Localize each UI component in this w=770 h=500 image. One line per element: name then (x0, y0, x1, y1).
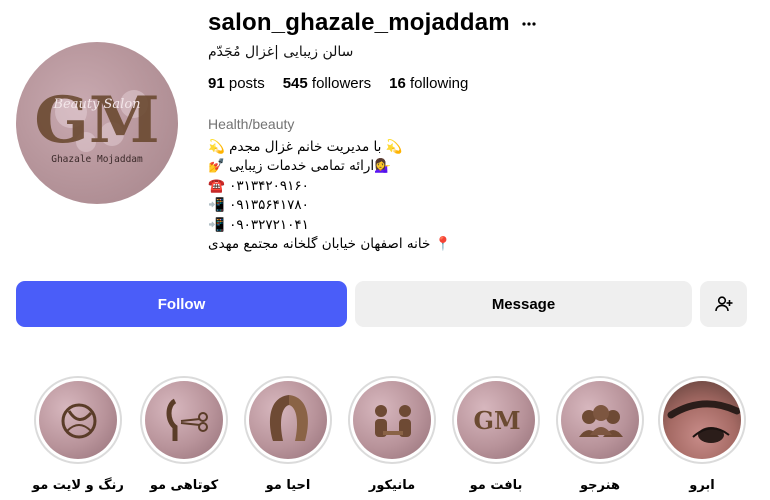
highlight-ring (556, 376, 644, 464)
highlight-item[interactable]: مانیکور (346, 376, 438, 493)
highlight-item[interactable]: کوتاهی مو (138, 376, 230, 493)
highlight-label: ابرو (689, 478, 715, 493)
bio-line-mobile: 📲 ۰۹۰۳۲۷۲۱۰۴۱ (208, 216, 309, 233)
bio: 💫 با مدیریت خانم غزال مجدم 💫 💁‍♀️ارائه ت… (208, 138, 451, 254)
highlight-ring (658, 376, 746, 464)
svg-text:GM: GM (473, 406, 520, 435)
students-icon (579, 405, 623, 437)
highlight-ring (34, 376, 122, 464)
highlight-cover-eyebrow (663, 381, 741, 459)
highlight-ring (244, 376, 332, 464)
bio-line: 💁‍♀️ارائه تمامی خدمات زیبایی 💅 (208, 158, 391, 175)
highlight-ring (140, 376, 228, 464)
category-label: Health/beauty (208, 116, 295, 132)
salon-logo: GM Beauty Salon Ghazale Mojaddam (34, 83, 160, 165)
highlight-item[interactable]: هنرجو (554, 376, 646, 493)
highlight-ring: GM (452, 376, 540, 464)
posts-label: posts (228, 75, 265, 92)
story-highlights: ابرو هنرجو GM بافت مو مانیکور احیا مو کو… (0, 376, 770, 500)
more-options-button[interactable] (522, 11, 536, 35)
highlight-ring (348, 376, 436, 464)
followers-count: 545 (282, 75, 308, 92)
full-name: سالن زیبایی |غزال مُجَدّم (208, 44, 354, 60)
add-user-icon (714, 296, 732, 312)
woman-hair-icon (270, 395, 308, 441)
highlight-cover-hair-texture: GM (457, 381, 535, 459)
highlight-label: مانیکور (368, 478, 416, 493)
username-row: salon_ghazale_mojaddam (208, 8, 536, 38)
highlight-cover-hair-color (39, 381, 117, 459)
highlight-item[interactable]: احیا مو (242, 376, 334, 493)
highlight-label: هنرجو (580, 478, 620, 493)
bio-line-address: 📍 خانه اصفهان خیابان گلخانه مجتمع مهدی (208, 236, 452, 253)
highlight-label: کوتاهی مو (149, 478, 219, 493)
following-stat[interactable]: 16 following (389, 75, 468, 92)
scissors-icon (166, 398, 208, 441)
bio-line: 💫 با مدیریت خانم غزال مجدم 💫 (208, 139, 403, 155)
profile-avatar[interactable]: GM Beauty Salon Ghazale Mojaddam (16, 42, 178, 204)
eye-photo-icon (667, 400, 741, 443)
follow-button[interactable]: Follow (16, 281, 347, 327)
highlight-label: احیا مو (265, 478, 311, 493)
followers-stat[interactable]: 545 followers (283, 75, 371, 92)
highlight-item[interactable]: GM بافت مو (450, 376, 542, 493)
following-count: 16 (389, 75, 406, 92)
posts-stat[interactable]: 91 posts (208, 75, 265, 92)
bio-line-mobile: 📲 ۰۹۱۳۵۶۴۱۷۸۰ (208, 197, 309, 214)
username: salon_ghazale_mojaddam (208, 9, 510, 36)
message-button[interactable]: Message (355, 281, 692, 327)
hair-color-icon (61, 403, 97, 439)
highlight-cover-students (561, 381, 639, 459)
avatar-image: GM Beauty Salon Ghazale Mojaddam (16, 42, 178, 204)
monogram-icon: GM (473, 406, 520, 435)
following-label: following (409, 75, 469, 92)
manicure-icon (375, 405, 411, 437)
highlight-label: بافت مو (469, 478, 523, 493)
highlight-item[interactable]: رنگ و لایت مو (32, 376, 124, 493)
svg-text:GM: GM (34, 83, 160, 158)
highlight-item[interactable]: ابرو (656, 376, 748, 493)
highlight-label: رنگ و لایت مو (32, 478, 124, 493)
more-horizontal-icon (522, 22, 536, 26)
followers-label: followers (311, 75, 372, 92)
bio-line-phone: ☎️ ۰۳۱۳۴۲۰۹۱۶۰ (208, 177, 309, 194)
highlight-cover-manicure (353, 381, 431, 459)
suggest-accounts-button[interactable] (700, 281, 747, 327)
svg-text:Ghazale Mojaddam: Ghazale Mojaddam (51, 154, 143, 165)
profile-stats: 91 posts 545 followers 16 following (208, 75, 468, 92)
svg-text:Beauty Salon: Beauty Salon (52, 97, 140, 112)
highlight-cover-hair-repair (249, 381, 327, 459)
highlight-cover-haircut (145, 381, 223, 459)
posts-count: 91 (208, 75, 225, 92)
